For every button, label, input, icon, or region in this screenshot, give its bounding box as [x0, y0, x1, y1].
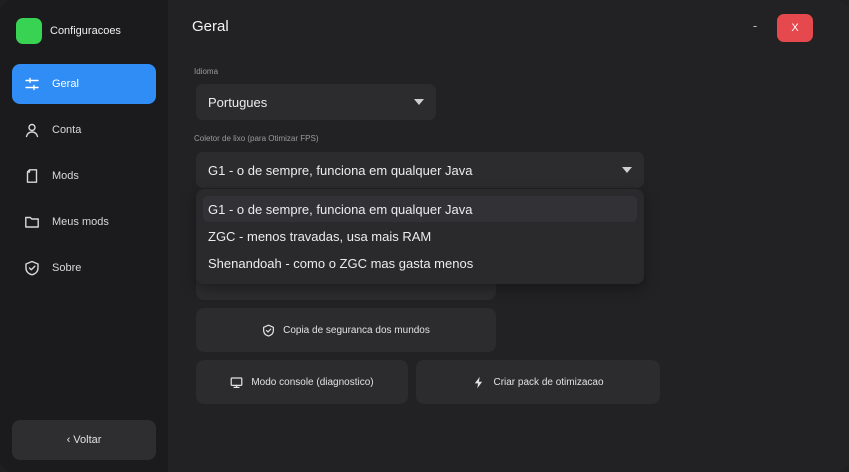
sidebar-item-label: Mods	[52, 170, 79, 182]
language-label: Idioma	[194, 67, 219, 76]
gc-select[interactable]: G1 - o de sempre, funciona em qualquer J…	[196, 152, 644, 188]
sidebar-item-meus-mods[interactable]: Meus mods	[12, 202, 156, 242]
lightning-icon	[472, 376, 485, 389]
close-button[interactable]: X	[777, 14, 813, 42]
folder-icon	[24, 214, 40, 230]
backup-worlds-button[interactable]: Copia de seguranca dos mundos	[196, 308, 496, 352]
sidebar-item-label: Conta	[52, 124, 82, 136]
page-title: Geral	[192, 18, 229, 35]
gc-option-zgc[interactable]: ZGC - menos travadas, usa mais RAM	[203, 223, 637, 249]
sidebar: Configuracoes Geral Conta Mods Meus mods…	[0, 0, 168, 472]
shield-check-icon	[262, 324, 275, 337]
sidebar-item-sobre[interactable]: Sobre	[12, 248, 156, 288]
brand: Configuracoes	[16, 18, 121, 44]
language-select[interactable]: Portugues	[196, 84, 436, 120]
gc-label: Coletor de lixo (para Otimizar FPS)	[194, 134, 319, 143]
sidebar-item-label: Sobre	[52, 262, 82, 274]
monitor-icon	[230, 376, 243, 389]
app-title: Configuracoes	[50, 25, 121, 37]
chevron-down-icon	[622, 167, 632, 173]
main-content: Geral - X Idioma Portugues Coletor de li…	[168, 0, 849, 472]
minimize-button[interactable]: -	[746, 18, 764, 38]
user-icon	[24, 122, 40, 138]
create-pack-label: Criar pack de otimizacao	[493, 376, 604, 388]
app-logo	[16, 18, 42, 44]
sidebar-item-label: Meus mods	[52, 216, 109, 228]
console-mode-label: Modo console (diagnostico)	[251, 376, 374, 388]
sidebar-item-mods[interactable]: Mods	[12, 156, 156, 196]
chevron-down-icon	[414, 99, 424, 105]
sidebar-item-geral[interactable]: Geral	[12, 64, 156, 104]
settings-window: Configuracoes Geral Conta Mods Meus mods…	[0, 0, 849, 472]
gc-dropdown-menu: G1 - o de sempre, funciona em qualquer J…	[196, 189, 644, 284]
sidebar-nav: Geral Conta Mods Meus mods Sobre	[12, 64, 156, 294]
gc-option-g1[interactable]: G1 - o de sempre, funciona em qualquer J…	[203, 196, 637, 222]
gc-option-shenandoah[interactable]: Shenandoah - como o ZGC mas gasta menos	[203, 250, 637, 276]
language-select-value: Portugues	[208, 94, 268, 110]
sidebar-item-conta[interactable]: Conta	[12, 110, 156, 150]
create-pack-button[interactable]: Criar pack de otimizacao	[416, 360, 660, 404]
sliders-icon	[24, 76, 40, 92]
gc-select-value: G1 - o de sempre, funciona em qualquer J…	[208, 162, 473, 178]
file-icon	[24, 168, 40, 184]
sidebar-item-label: Geral	[52, 78, 79, 90]
backup-worlds-label: Copia de seguranca dos mundos	[283, 324, 430, 336]
back-button[interactable]: ‹ Voltar	[12, 420, 156, 460]
shield-check-icon	[24, 260, 40, 276]
console-mode-button[interactable]: Modo console (diagnostico)	[196, 360, 408, 404]
